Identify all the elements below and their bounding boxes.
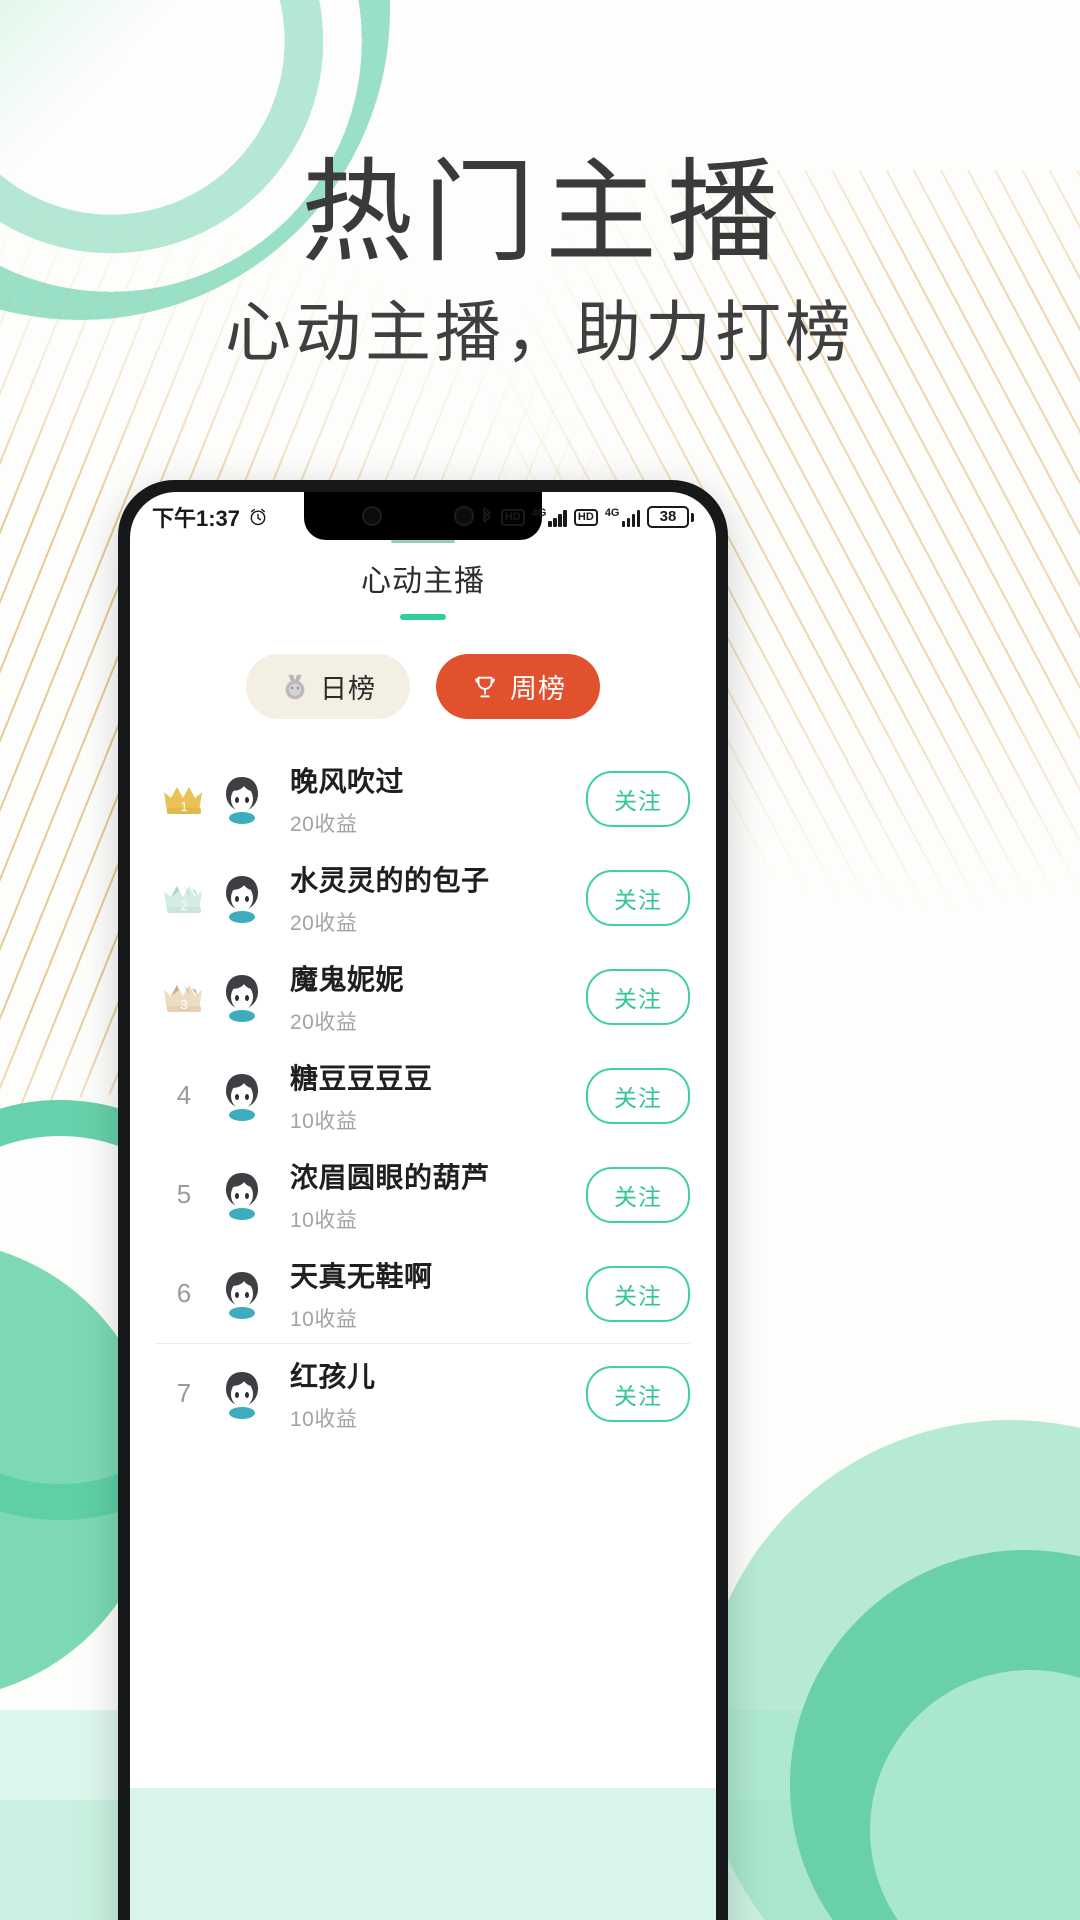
tab-weekly-ranking[interactable]: 周榜 (436, 654, 600, 719)
app-header: 心动主播 (130, 542, 716, 620)
page-title: 心动主播 (361, 565, 485, 598)
poster-headline-block: 热门主播 心动主播，助力打榜 (0, 150, 1080, 371)
follow-button[interactable]: 关注 (586, 1265, 690, 1322)
user-info: 浓眉圆眼的葫芦 10收益 (290, 1156, 586, 1234)
follow-button[interactable]: 关注 (586, 968, 690, 1025)
tab-weekly-label: 周榜 (510, 674, 566, 704)
user-name: 糖豆豆豆豆 (290, 1062, 433, 1094)
rank-badge: 7 (156, 1378, 212, 1409)
user-info: 糖豆豆豆豆 10收益 (290, 1057, 586, 1135)
hd-badge-2: HD (573, 508, 598, 526)
alarm-clock-icon (250, 508, 266, 526)
gold-crown-icon: 1 (164, 786, 202, 814)
user-earnings: 10收益 (290, 1109, 358, 1133)
battery-cap (691, 512, 694, 522)
status-bar-left: 下午1:37 (152, 501, 268, 533)
table-row[interactable]: 7 红孩儿 10收益 关注 (130, 1344, 716, 1443)
poster-headline: 热门主播 (301, 150, 789, 275)
bronze-crown-icon: 3 (164, 984, 202, 1012)
poster-subheadline: 心动主播，助力打榜 (225, 295, 855, 370)
screen-bottom-area (130, 1788, 716, 1920)
table-row[interactable]: 3 魔鬼妮妮 20收益 关注 (130, 947, 716, 1046)
avatar (226, 1172, 258, 1220)
follow-button[interactable]: 关注 (586, 1166, 690, 1223)
rank-badge: 4 (156, 1080, 212, 1111)
table-row[interactable]: 2 水灵灵的的包子 20收益 关注 (130, 848, 716, 947)
battery-indicator: 38 (647, 505, 694, 529)
user-info: 魔鬼妮妮 20收益 (290, 958, 586, 1036)
tab-daily-ranking[interactable]: 日榜 (246, 654, 410, 719)
rank-number: 5 (176, 1179, 192, 1209)
table-row[interactable]: 4 糖豆豆豆豆 10收益 关注 (130, 1046, 716, 1145)
title-underline (400, 614, 446, 620)
medal-icon (285, 674, 305, 699)
rank-badge: 3 (156, 978, 212, 1016)
user-name: 红孩儿 (290, 1360, 376, 1392)
user-earnings: 20收益 (290, 911, 358, 935)
user-info: 水灵灵的的包子 20收益 (290, 859, 586, 937)
follow-button[interactable]: 关注 (586, 770, 690, 827)
signal-group-1: 4G (531, 506, 567, 527)
follow-button[interactable]: 关注 (586, 1067, 690, 1124)
user-name: 水灵灵的的包子 (290, 864, 490, 896)
rank-number: 4 (176, 1080, 192, 1110)
user-earnings: 20收益 (290, 812, 358, 836)
rank-number: 7 (176, 1378, 192, 1408)
status-bar-right: HD 4G HD 4G 38 (480, 505, 694, 529)
status-bar: 下午1:37 HD 4G HD 4G 38 (130, 492, 716, 542)
user-info: 红孩儿 10收益 (290, 1355, 586, 1433)
user-earnings: 10收益 (290, 1407, 358, 1431)
user-name: 晚风吹过 (290, 765, 405, 797)
rank-number: 3 (180, 997, 187, 1012)
status-time: 下午1:37 (152, 506, 241, 531)
avatar (226, 776, 258, 824)
silver-crown-icon: 2 (164, 885, 202, 913)
user-info: 天真无鞋啊 10收益 (290, 1255, 586, 1333)
user-name: 天真无鞋啊 (290, 1260, 433, 1292)
table-row[interactable]: 5 浓眉圆眼的葫芦 10收益 关注 (130, 1145, 716, 1244)
ranking-list: 1 晚风吹过 20收益 关注 2 水灵灵的的包子 20收益 关注 3 魔鬼妮妮 … (130, 749, 716, 1443)
user-name: 浓眉圆眼的葫芦 (290, 1161, 490, 1193)
avatar (226, 1271, 258, 1319)
rank-number: 2 (180, 898, 187, 913)
phone-screen: 下午1:37 HD 4G HD 4G 38 心动主播 日榜 周榜 1 晚风吹过 … (130, 492, 716, 1920)
user-earnings: 20收益 (290, 1010, 358, 1034)
ranking-tabs: 日榜 周榜 (130, 654, 716, 719)
bluetooth-icon (483, 507, 491, 523)
tab-daily-label: 日榜 (320, 674, 376, 704)
follow-button[interactable]: 关注 (586, 869, 690, 926)
user-earnings: 10收益 (290, 1208, 358, 1232)
user-earnings: 10收益 (290, 1307, 358, 1331)
battery-level: 38 (647, 505, 689, 529)
rank-badge: 1 (156, 780, 212, 818)
signal-bars-1 (548, 509, 567, 527)
avatar (226, 875, 258, 923)
rank-number: 1 (180, 799, 187, 814)
avatar (226, 974, 258, 1022)
hd-badge-1: HD (500, 508, 525, 526)
avatar (226, 1073, 258, 1121)
table-row[interactable]: 1 晚风吹过 20收益 关注 (130, 749, 716, 848)
table-row[interactable]: 6 天真无鞋啊 10收益 关注 (130, 1244, 716, 1343)
follow-button[interactable]: 关注 (586, 1365, 690, 1422)
signal-bars-2 (621, 509, 640, 527)
phone-mockup: 下午1:37 HD 4G HD 4G 38 心动主播 日榜 周榜 1 晚风吹过 … (118, 480, 728, 1920)
user-info: 晚风吹过 20收益 (290, 760, 586, 838)
rank-badge: 5 (156, 1179, 212, 1210)
rank-badge: 6 (156, 1278, 212, 1309)
avatar (226, 1371, 258, 1419)
signal-group-2: 4G (604, 506, 640, 527)
network-type-2: 4G (604, 506, 620, 519)
trophy-icon (475, 676, 495, 697)
user-name: 魔鬼妮妮 (290, 963, 405, 995)
rank-badge: 2 (156, 879, 212, 917)
rank-number: 6 (176, 1278, 192, 1308)
network-type-1: 4G (531, 506, 547, 519)
